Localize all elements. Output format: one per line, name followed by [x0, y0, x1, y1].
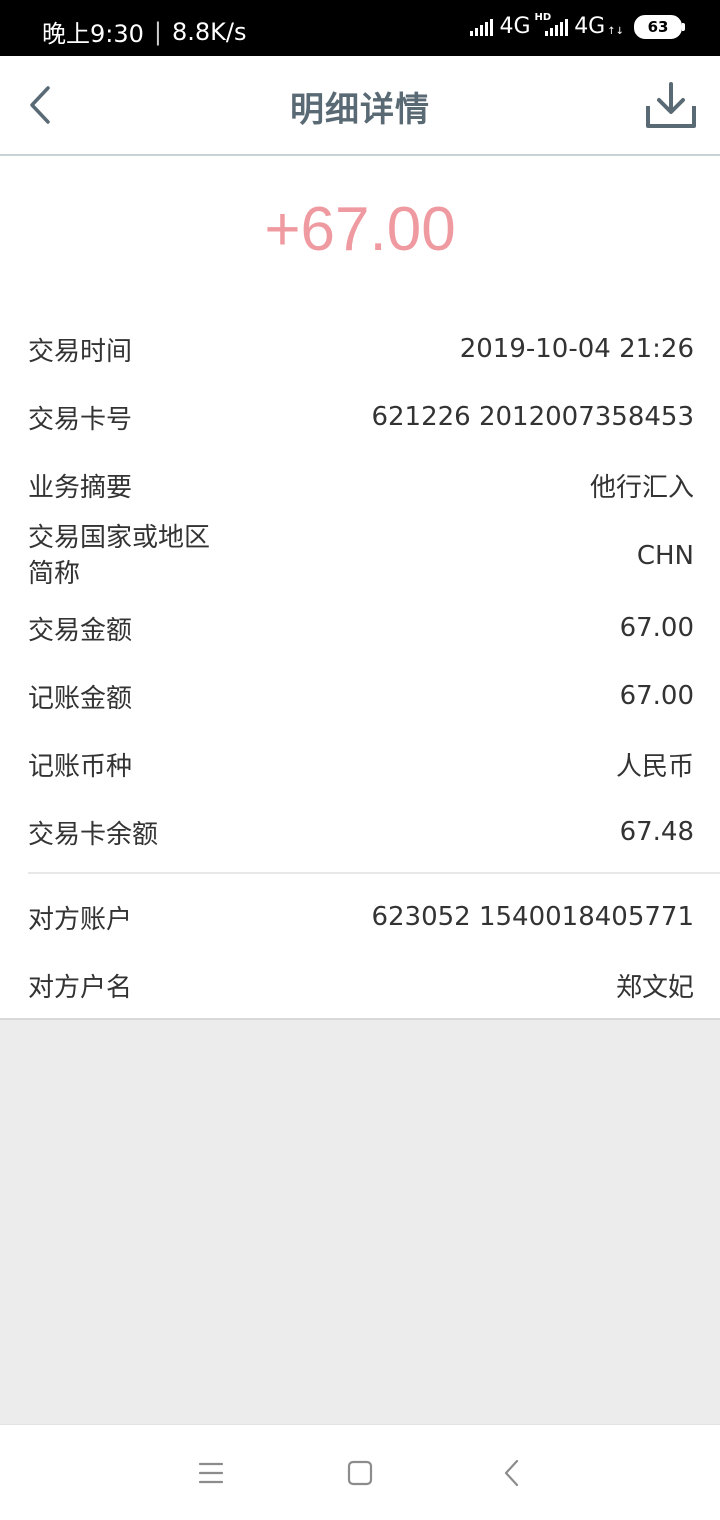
- detail-row-counterparty-account: 对方账户 623052 1540018405771: [28, 887, 694, 947]
- hd-badge: HD: [534, 12, 552, 23]
- battery-icon: 63: [634, 14, 685, 39]
- detail-value: 623052 1540018405771: [371, 902, 694, 932]
- detail-label: 业务摘要: [28, 472, 133, 503]
- status-bar: 晚上9:30 | 8.8K/s 4G HD 4G ↑↓ 63: [0, 0, 720, 56]
- detail-value: 人民币: [615, 751, 694, 782]
- signal-icon: [470, 18, 494, 36]
- page-title: 明细详情: [290, 90, 430, 130]
- back-triangle-icon: [504, 1459, 519, 1487]
- detail-value: 他行汇入: [589, 472, 694, 503]
- detail-value: CHN: [636, 541, 694, 571]
- detail-value: 郑文妃: [615, 972, 694, 1003]
- system-back-button[interactable]: [492, 1453, 532, 1493]
- detail-label: 对方户名: [28, 972, 133, 1003]
- network-type-1: 4G: [499, 14, 531, 39]
- section-divider: [28, 872, 720, 874]
- detail-label: 交易卡号: [28, 404, 133, 435]
- detail-row-booked-amount: 记账金额 67.00: [28, 666, 694, 726]
- download-icon: [646, 82, 696, 128]
- detail-row-summary: 业务摘要 他行汇入: [28, 455, 694, 515]
- recent-apps-button[interactable]: [191, 1453, 231, 1493]
- status-net-speed: 8.8K/s: [172, 17, 247, 46]
- battery-level: 63: [647, 17, 669, 36]
- detail-value: 67.48: [619, 817, 694, 847]
- detail-label-line1: 交易国家或地区: [28, 523, 211, 553]
- detail-row-trade-amount: 交易金额 67.00: [28, 598, 694, 658]
- detail-label: 交易金额: [28, 615, 133, 646]
- download-button[interactable]: [644, 80, 698, 132]
- menu-icon: [198, 1462, 224, 1484]
- status-left: 晚上9:30 | 8.8K/s: [42, 14, 247, 49]
- home-button[interactable]: [340, 1453, 380, 1493]
- detail-row-counterparty-name: 对方户名 郑文妃: [28, 955, 694, 1015]
- detail-label: 交易国家或地区 简称: [28, 520, 210, 592]
- status-separator: |: [153, 17, 162, 46]
- transaction-detail-card: +67.00 交易时间 2019-10-04 21:26 交易卡号 621226…: [0, 156, 720, 1020]
- home-square-icon: [347, 1460, 373, 1486]
- detail-row-balance: 交易卡余额 67.48: [28, 802, 694, 862]
- detail-row-currency: 记账币种 人民币: [28, 734, 694, 794]
- detail-label: 对方账户: [28, 904, 133, 935]
- detail-value: 67.00: [619, 613, 694, 643]
- network-type-2: 4G: [574, 14, 606, 39]
- status-right: 4G HD 4G ↑↓ 63: [470, 12, 685, 39]
- status-time: 晚上9:30: [42, 20, 144, 48]
- system-nav-bar: [0, 1424, 720, 1520]
- detail-label: 记账金额: [28, 683, 133, 714]
- detail-label: 交易时间: [28, 336, 133, 367]
- detail-value: 67.00: [619, 681, 694, 711]
- detail-value: 621226 2012007358453: [371, 402, 694, 432]
- detail-value: 2019-10-04 21:26: [459, 334, 694, 364]
- detail-row-card-number: 交易卡号 621226 2012007358453: [28, 387, 694, 447]
- detail-label: 记账币种: [28, 751, 133, 782]
- detail-label-line2: 简称: [28, 559, 81, 589]
- detail-label: 交易卡余额: [28, 819, 159, 850]
- data-arrows-icon: ↑↓: [607, 26, 624, 37]
- detail-row-country: 交易国家或地区 简称 CHN: [28, 518, 694, 594]
- detail-row-trade-time: 交易时间 2019-10-04 21:26: [28, 319, 694, 379]
- transaction-amount: +67.00: [264, 195, 456, 264]
- header-bar: 明细详情: [0, 56, 720, 156]
- app-screen: 晚上9:30 | 8.8K/s 4G HD 4G ↑↓ 63 明细详情 +67.…: [0, 0, 720, 1520]
